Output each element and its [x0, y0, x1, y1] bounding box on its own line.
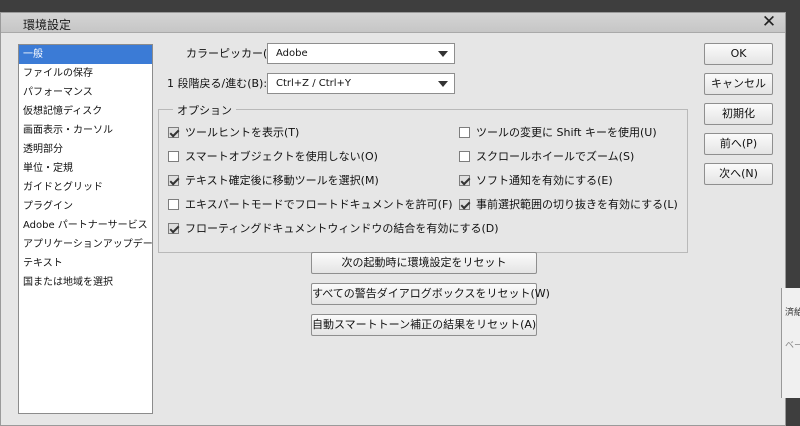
checkbox-checked-icon [459, 174, 470, 186]
enable-preselection-crop-checkbox[interactable]: 事前選択範囲の切り抜きを有効にする(L) [459, 196, 678, 212]
checkbox-label: ソフト通知を有効にする(E) [476, 174, 613, 187]
app-background-strip [0, 0, 800, 12]
close-icon[interactable]: ✕ [761, 13, 777, 31]
category-list[interactable]: 一般 ファイルの保存 パフォーマンス 仮想記憶ディスク 画面表示・カーソル 透明… [18, 44, 153, 414]
select-move-tool-after-commit-checkbox[interactable]: テキスト確定後に移動ツールを選択(M) [168, 172, 379, 188]
previous-button[interactable]: 前へ(P) [704, 133, 773, 155]
background-window-text: ベー [785, 341, 800, 351]
reset-preferences-next-launch-button[interactable]: 次の起動時に環境設定をリセット [311, 252, 537, 274]
next-button[interactable]: 次へ(N) [704, 163, 773, 185]
sidebar-item-transparency[interactable]: 透明部分 [19, 140, 152, 159]
sidebar-item-application-updates[interactable]: アプリケーションアップデート [19, 235, 152, 254]
background-window-text: 済給 [785, 308, 800, 318]
reset-warning-dialogs-button[interactable]: すべての警告ダイアログボックスをリセット(W) [311, 283, 550, 305]
sidebar-item-type[interactable]: テキスト [19, 254, 152, 273]
sidebar-item-plugins[interactable]: プラグイン [19, 197, 152, 216]
sidebar-item-guides-grid[interactable]: ガイドとグリッド [19, 178, 152, 197]
checkbox-label: エキスパートモードでフロートドキュメントを許可(F) [185, 198, 453, 211]
allow-floating-documents-expert-checkbox[interactable]: エキスパートモードでフロートドキュメントを許可(F) [168, 196, 453, 212]
checkbox-label: ツールの変更に Shift キーを使用(U) [476, 126, 657, 139]
checkbox-unchecked-icon [168, 198, 179, 210]
sidebar-item-scratch-disks[interactable]: 仮想記憶ディスク [19, 102, 152, 121]
disable-smart-objects-checkbox[interactable]: スマートオブジェクトを使用しない(O) [168, 148, 378, 164]
cancel-button[interactable]: キャンセル [704, 73, 773, 95]
sidebar-item-general[interactable]: 一般 [19, 45, 152, 64]
sidebar-item-country-region[interactable]: 国または地域を選択 [19, 273, 152, 292]
dialog-title: 環境設定 [23, 18, 72, 32]
checkbox-label: テキスト確定後に移動ツールを選択(M) [185, 174, 379, 187]
checkbox-unchecked-icon [459, 126, 470, 138]
sidebar-item-saving-files[interactable]: ファイルの保存 [19, 64, 152, 83]
checkbox-label: スクロールホイールでズーム(S) [476, 150, 635, 163]
dialog-titlebar[interactable]: 環境設定 ✕ [1, 13, 785, 33]
checkbox-checked-icon [168, 222, 179, 234]
sidebar-item-performance[interactable]: パフォーマンス [19, 83, 152, 102]
step-back-forward-select[interactable]: Ctrl+Z / Ctrl+Y [267, 73, 455, 94]
checkbox-checked-icon [459, 198, 470, 210]
step-back-forward-value: Ctrl+Z / Ctrl+Y [276, 78, 352, 89]
checkbox-unchecked-icon [168, 150, 179, 162]
enable-floating-window-docking-checkbox[interactable]: フローティングドキュメントウィンドウの結合を有効にする(D) [168, 220, 499, 236]
checkbox-checked-icon [168, 174, 179, 186]
checkbox-label: ツールヒントを表示(T) [185, 126, 300, 139]
checkbox-label: スマートオブジェクトを使用しない(O) [185, 150, 378, 163]
show-tooltips-checkbox[interactable]: ツールヒントを表示(T) [168, 124, 299, 140]
reset-button[interactable]: 初期化 [704, 103, 773, 125]
sidebar-item-units-rulers[interactable]: 単位・定規 [19, 159, 152, 178]
zoom-with-scroll-wheel-checkbox[interactable]: スクロールホイールでズーム(S) [459, 148, 634, 164]
checkbox-label: 事前選択範囲の切り抜きを有効にする(L) [476, 198, 678, 211]
step-back-forward-label: 1 段階戻る/進む(B): [167, 77, 268, 90]
preferences-dialog: 環境設定 ✕ 一般 ファイルの保存 パフォーマンス 仮想記憶ディスク 画面表示・… [0, 12, 786, 426]
sidebar-item-display-cursors[interactable]: 画面表示・カーソル [19, 121, 152, 140]
chevron-down-icon [438, 81, 448, 87]
enable-soft-notifications-checkbox[interactable]: ソフト通知を有効にする(E) [459, 172, 613, 188]
ok-button[interactable]: OK [704, 43, 773, 65]
reset-auto-smart-tone-button[interactable]: 自動スマートトーン補正の結果をリセット(A) [311, 314, 537, 336]
checkbox-checked-icon [168, 126, 179, 138]
sidebar-item-adobe-partner-services[interactable]: Adobe パートナーサービス [19, 216, 152, 235]
checkbox-label: フローティングドキュメントウィンドウの結合を有効にする(D) [185, 222, 499, 235]
options-legend: オプション [173, 102, 236, 118]
background-window: 済給 ベー [781, 288, 800, 398]
color-picker-select[interactable]: Adobe [267, 43, 455, 64]
checkbox-unchecked-icon [459, 150, 470, 162]
chevron-down-icon [438, 51, 448, 57]
color-picker-value: Adobe [276, 48, 308, 59]
shift-tool-switch-checkbox[interactable]: ツールの変更に Shift キーを使用(U) [459, 124, 657, 140]
